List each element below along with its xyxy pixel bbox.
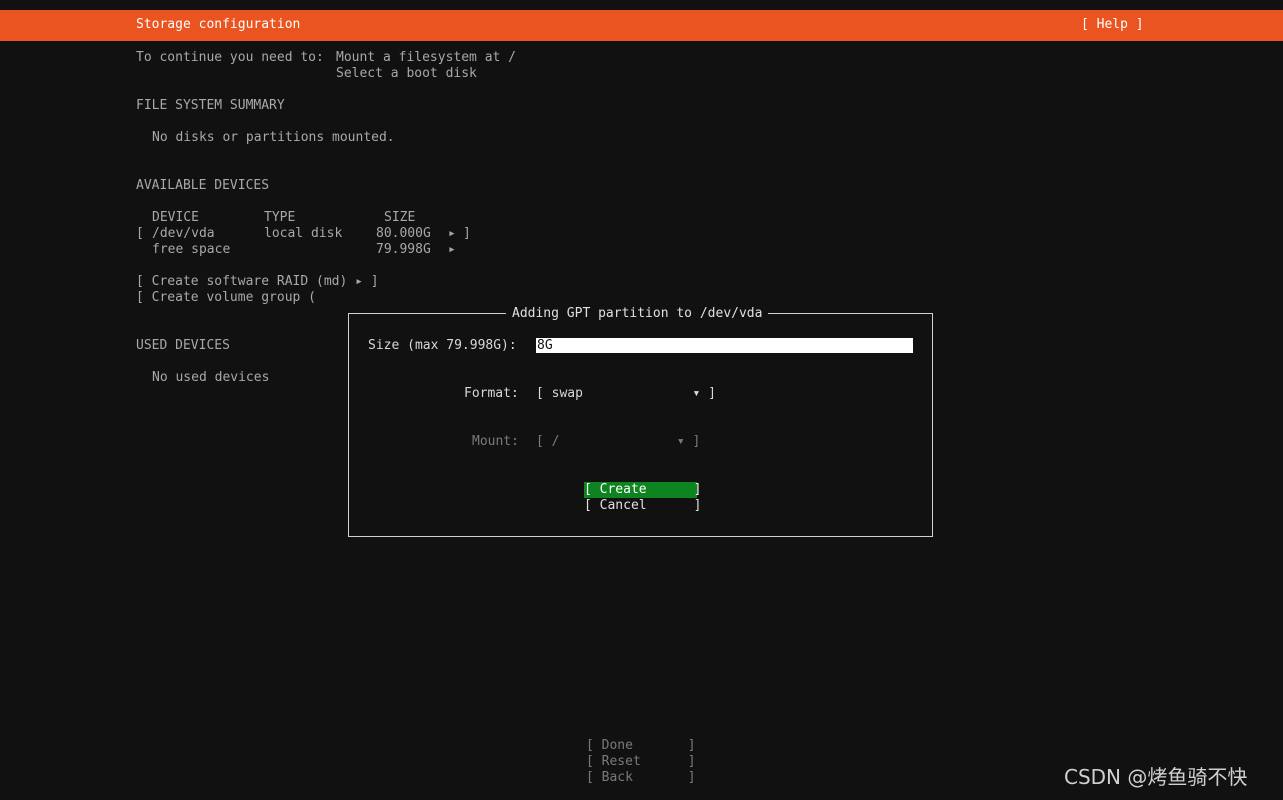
size-label: Size (max 79.998G): [368,338,517,353]
column-header-size: SIZE [384,210,416,225]
title-bar: Storage configuration [ Help ] [0,10,1283,41]
done-button[interactable]: [ Done ] [586,738,696,754]
back-button[interactable]: [ Back ] [586,770,696,786]
device-name: /dev/vda [152,226,215,241]
format-select[interactable]: [ swap ▾ ] [536,386,716,402]
create-button[interactable]: [ Create ] [584,482,701,498]
fs-summary-heading: FILE SYSTEM SUMMARY [136,98,285,113]
create-raid-button[interactable]: [ Create software RAID (md) ▸ ] [136,274,379,290]
cancel-button[interactable]: [ Cancel ] [584,498,701,514]
fs-summary-empty: No disks or partitions mounted. [152,130,395,145]
reset-button[interactable]: [ Reset ] [586,754,696,770]
column-header-device: DEVICE [152,210,199,225]
format-label: Format: [464,386,519,401]
help-button[interactable]: [ Help ] [1081,17,1144,33]
requirements-prefix: To continue you need to: [136,50,324,65]
watermark: CSDN @烤鱼骑不快 [1064,765,1248,789]
row-close-bracket: ] [463,226,471,241]
available-devices-heading: AVAILABLE DEVICES [136,178,270,193]
requirement-item-mount: Mount a filesystem at / [336,50,517,65]
mount-select: [ / ▾ ] [536,434,701,449]
size-input[interactable] [536,338,913,353]
create-volume-group-button[interactable]: [ Create volume group ( [136,290,316,306]
device-name: free space [152,242,231,257]
add-partition-dialog: Adding GPT partition to /dev/vda Size (m… [348,306,933,537]
mount-label: Mount: [472,434,519,449]
used-devices-heading: USED DEVICES [136,338,230,353]
used-devices-empty: No used devices [152,370,270,385]
column-header-type: TYPE [264,210,296,225]
expand-arrow-icon: ▸ [448,226,456,241]
expand-arrow-icon: ▸ [448,242,456,257]
requirement-item-boot: Select a boot disk [336,66,477,81]
dialog-title: Adding GPT partition to /dev/vda [506,306,769,322]
page-title: Storage configuration [136,17,301,32]
device-size: 79.998G [376,242,431,257]
device-size: 80.000G [376,226,431,241]
device-type: local disk [264,226,343,241]
row-open-bracket: [ [136,226,144,241]
